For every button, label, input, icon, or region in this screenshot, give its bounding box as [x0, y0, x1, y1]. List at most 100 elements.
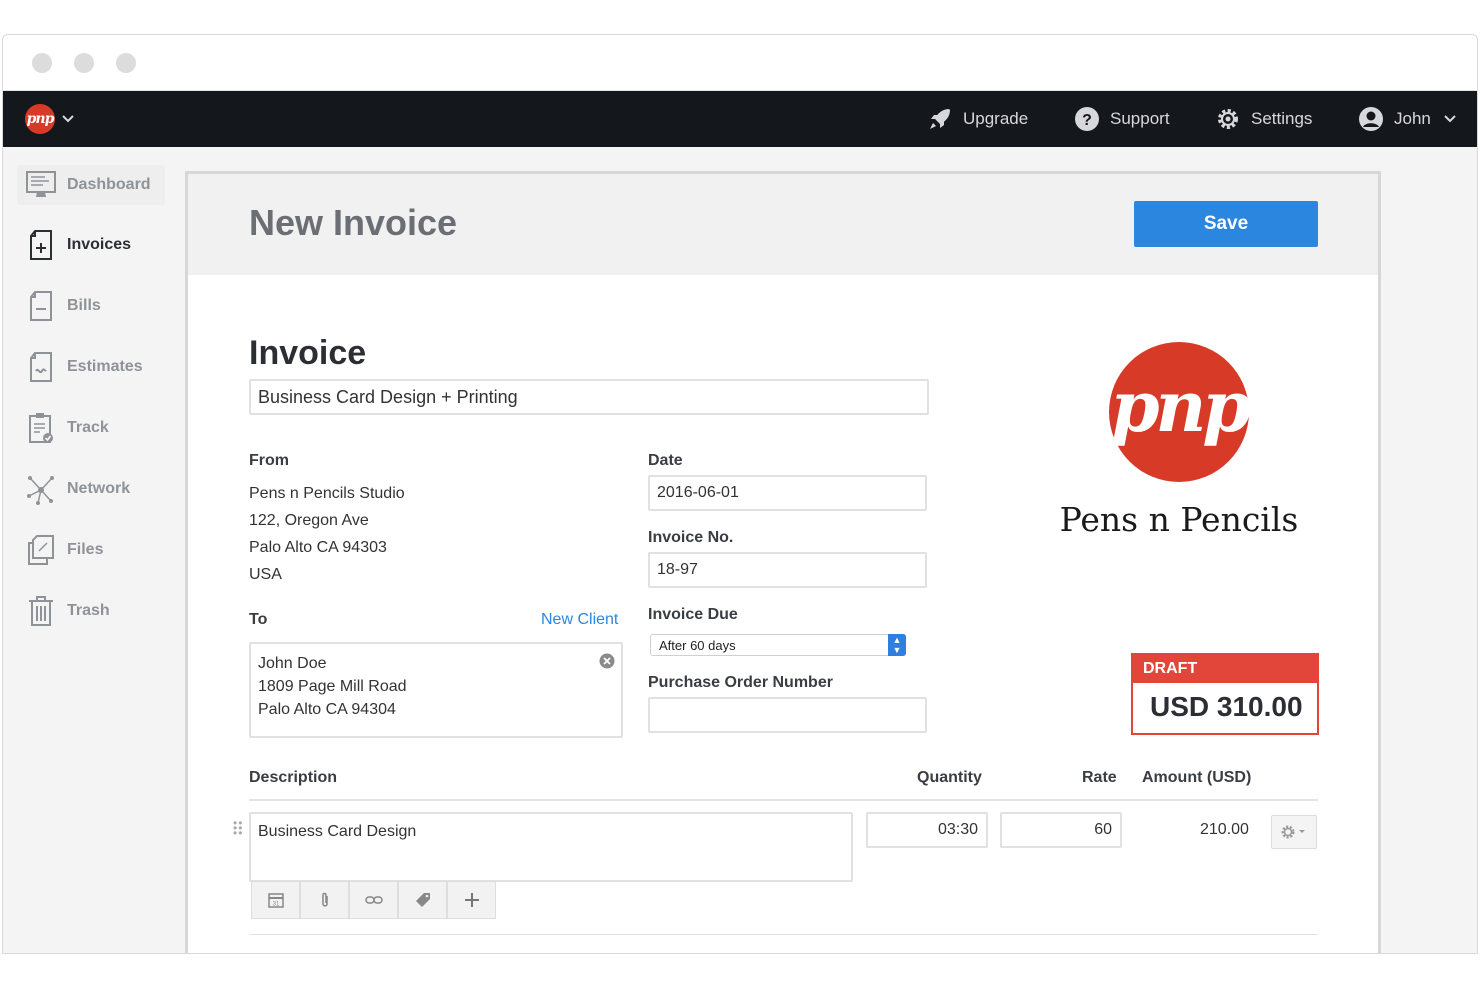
settings-label: Settings	[1251, 109, 1313, 128]
select-arrows-icon: ▲ ▼	[888, 634, 906, 656]
invoice-due-value: After 60 days	[659, 637, 736, 653]
user-avatar-icon	[1359, 107, 1383, 131]
brand-logo[interactable]: pnp	[25, 104, 55, 134]
description-header: Description	[249, 769, 338, 786]
from-line: Pens n Pencils Studio	[249, 485, 405, 502]
clipboard-check-icon	[29, 413, 53, 443]
invoice-panel: New Invoice Save Invoice Business Card D…	[185, 171, 1381, 953]
plus-icon	[464, 893, 479, 907]
sidebar-item-label: Dashboard	[67, 176, 151, 193]
user-chevron-down-icon	[1444, 115, 1456, 123]
window-minimize-dot[interactable]	[74, 53, 94, 73]
item-amount: 210.00	[1200, 821, 1249, 838]
sidebar-item-trash[interactable]: Trash	[17, 591, 165, 631]
sidebar-item-track[interactable]: Track	[17, 408, 165, 448]
drag-handle-icon[interactable]: •• •• ••	[233, 817, 243, 839]
browser-window: pnp Upgrade ? Support Settings John Dash…	[2, 34, 1478, 954]
new-client-link[interactable]: New Client	[541, 611, 618, 629]
row-divider	[249, 934, 1318, 935]
svg-text:31: 31	[272, 902, 279, 908]
from-line: 122, Oregon Ave	[249, 512, 369, 529]
sidebar-item-estimates[interactable]: Estimates	[17, 347, 165, 387]
support-label: Support	[1110, 109, 1170, 128]
company-logo: pnp	[1109, 342, 1251, 482]
invoice-plus-icon	[30, 230, 52, 260]
draft-total-badge: DRAFT USD 310.00	[1131, 653, 1319, 735]
po-label: Purchase Order Number	[648, 674, 833, 691]
add-item-button[interactable]	[447, 881, 496, 919]
invoice-subject-input[interactable]: Business Card Design + Printing	[249, 379, 929, 415]
item-toolbar: 31	[251, 881, 497, 919]
gear-icon	[1218, 109, 1238, 129]
item-quantity-input[interactable]: 03:30	[866, 812, 988, 848]
save-button[interactable]: Save	[1134, 201, 1318, 247]
client-line: John Doe	[258, 655, 327, 672]
quantity-header: Quantity	[917, 769, 982, 786]
bill-minus-icon	[30, 291, 52, 321]
trash-icon	[29, 596, 53, 626]
monitor-icon	[26, 171, 56, 197]
client-address-box[interactable]: John Doe 1809 Page Mill Road Palo Alto C…	[249, 642, 623, 738]
clear-client-icon[interactable]	[599, 653, 615, 669]
sidebar-item-dashboard[interactable]: Dashboard	[17, 165, 165, 205]
status-badge: DRAFT	[1133, 655, 1317, 683]
support-link[interactable]: ? Support	[1074, 91, 1170, 147]
settings-link[interactable]: Settings	[1215, 91, 1312, 147]
item-rate-input[interactable]: 60	[1000, 812, 1122, 848]
gear-icon	[1281, 825, 1305, 839]
from-line: Palo Alto CA 94303	[249, 539, 387, 556]
to-label: To	[249, 611, 268, 628]
invoice-number-input[interactable]: 18-97	[648, 552, 927, 588]
total-amount: USD 310.00	[1150, 691, 1303, 722]
brand-chevron-down-icon[interactable]	[61, 108, 75, 128]
estimate-icon	[30, 352, 52, 382]
sidebar-item-network[interactable]: Network	[17, 469, 165, 509]
network-icon	[27, 476, 54, 505]
item-options-button[interactable]	[1271, 815, 1317, 849]
rocket-icon	[930, 109, 950, 129]
from-label: From	[249, 452, 289, 469]
from-line: USA	[249, 566, 282, 583]
company-name: Pens n Pencils	[1059, 500, 1299, 539]
window-maximize-dot[interactable]	[116, 53, 136, 73]
tag-icon	[415, 893, 430, 907]
invoice-heading: Invoice	[249, 334, 367, 372]
question-circle-icon: ?	[1075, 107, 1099, 131]
user-name: John	[1394, 109, 1431, 128]
date-label: Date	[648, 452, 683, 469]
invoice-due-select[interactable]: After 60 days ▲ ▼	[650, 634, 906, 656]
panel-header: New Invoice Save	[188, 174, 1378, 275]
window-close-dot[interactable]	[32, 53, 52, 73]
window-titlebar	[3, 35, 1477, 91]
sidebar-item-label: Bills	[67, 297, 101, 314]
paperclip-icon	[321, 892, 328, 907]
item-date-button[interactable]: 31	[251, 881, 300, 919]
sidebar-item-label: Estimates	[67, 358, 143, 375]
upgrade-label: Upgrade	[963, 109, 1029, 128]
item-tag-button[interactable]	[398, 881, 447, 919]
invoice-number-label: Invoice No.	[648, 529, 734, 546]
amount-header: Amount (USD)	[1142, 769, 1252, 786]
client-line: 1809 Page Mill Road	[258, 678, 407, 695]
page-title: New Invoice	[249, 202, 458, 243]
client-line: Palo Alto CA 94304	[258, 701, 396, 718]
sidebar-item-label: Network	[67, 480, 131, 497]
header-divider	[249, 799, 1318, 801]
upgrade-link[interactable]: Upgrade	[927, 91, 1028, 147]
sidebar: Dashboard Invoices Bills Estimates Track…	[3, 147, 183, 953]
invoice-due-label: Invoice Due	[648, 606, 738, 623]
sidebar-item-label: Files	[67, 541, 104, 558]
sidebar-item-invoices[interactable]: Invoices	[17, 225, 165, 265]
item-attach-button[interactable]	[300, 881, 349, 919]
sidebar-item-files[interactable]: Files	[17, 530, 165, 570]
files-icon	[28, 535, 54, 565]
date-input[interactable]: 2016-06-01	[648, 475, 927, 511]
item-link-button[interactable]	[349, 881, 398, 919]
user-menu[interactable]: John	[1358, 91, 1457, 147]
po-input[interactable]	[648, 697, 927, 733]
item-description-input[interactable]: Business Card Design	[249, 812, 853, 882]
link-icon	[364, 896, 383, 904]
sidebar-item-label: Track	[67, 419, 109, 436]
calendar-icon: 31	[267, 893, 284, 908]
sidebar-item-bills[interactable]: Bills	[17, 286, 165, 326]
